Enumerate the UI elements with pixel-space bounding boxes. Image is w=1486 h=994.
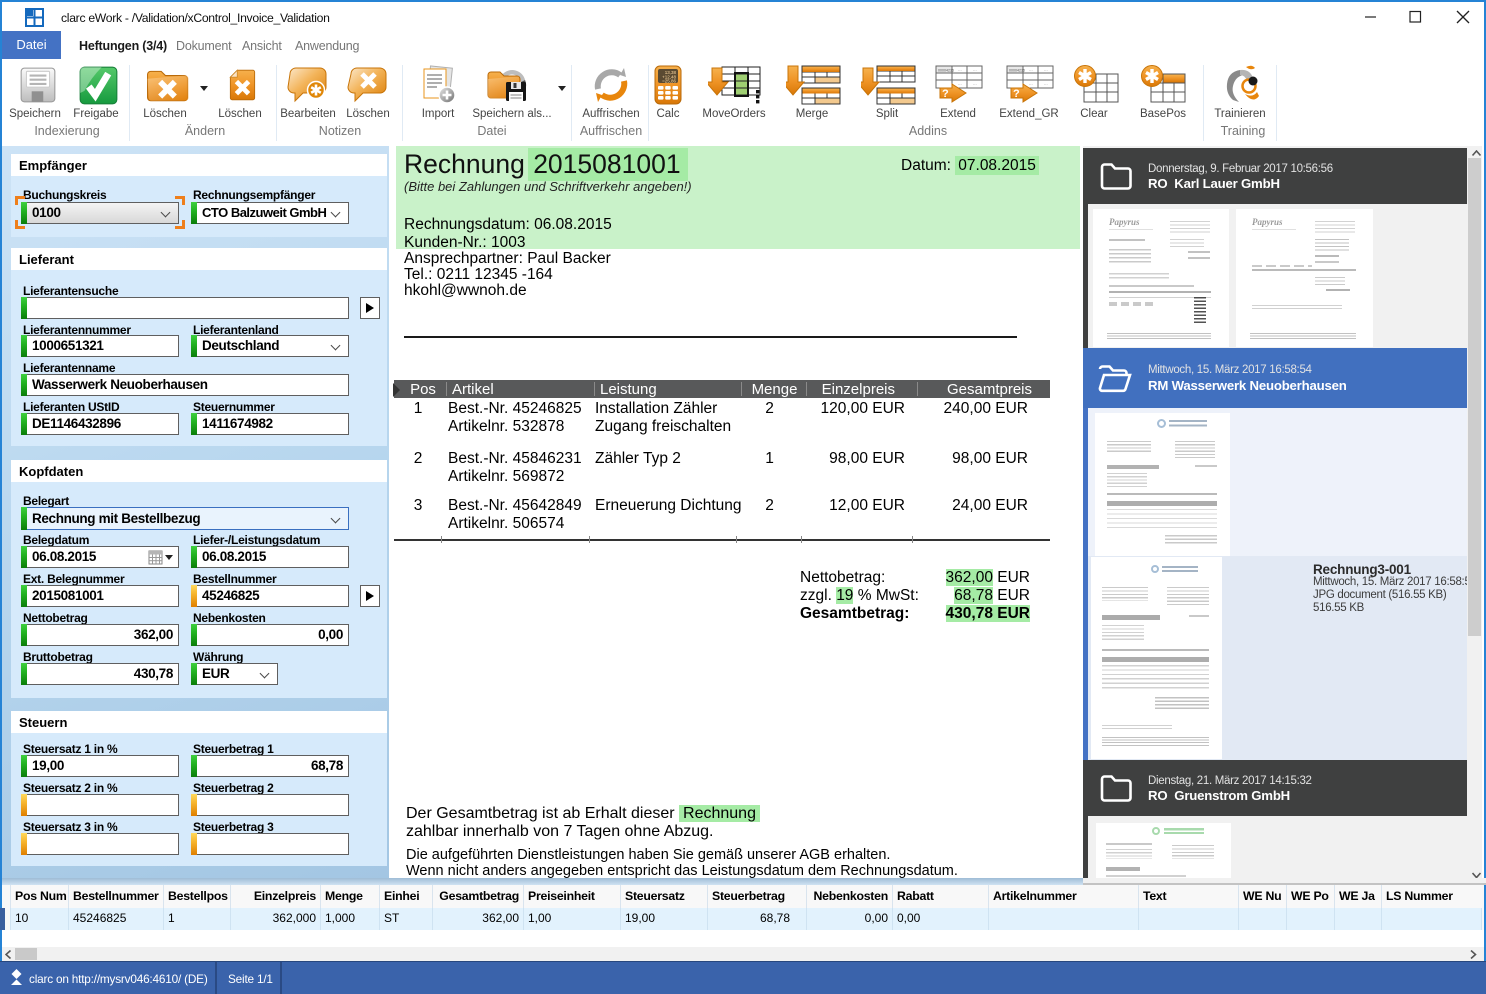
svg-text:...: ...: [1044, 81, 1048, 86]
svg-text:...: ...: [1029, 67, 1033, 72]
svg-text:...: ...: [973, 81, 977, 86]
svg-text:...: ...: [1029, 81, 1033, 86]
svg-text:=25,86: =25,86: [662, 79, 676, 84]
svg-text:...: ...: [1044, 67, 1048, 72]
svg-text:00004236: 00004236: [938, 69, 954, 73]
svg-text:?: ?: [1013, 88, 1020, 100]
svg-text:...: ...: [958, 67, 962, 72]
svg-text:?: ?: [942, 88, 949, 100]
svg-text:...: ...: [958, 81, 962, 86]
svg-text:00004236: 00004236: [1009, 69, 1025, 73]
svg-text:...: ...: [973, 67, 977, 72]
